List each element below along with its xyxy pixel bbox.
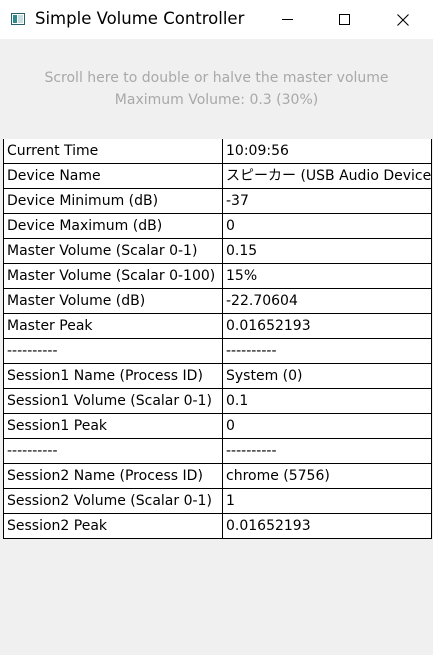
table-row: Master Volume (Scalar 0-1) 0.15 <box>3 238 432 264</box>
close-icon <box>397 14 409 26</box>
row-label: Session1 Name (Process ID) <box>3 363 223 389</box>
row-value: 15% <box>222 263 432 289</box>
maximum-volume-label: Maximum Volume: 0.3 (30%) <box>114 92 319 108</box>
table-row: Master Volume (Scalar 0-100) 15% <box>3 263 432 289</box>
row-label: Device Minimum (dB) <box>3 188 223 214</box>
table-row: ---------- ---------- <box>3 338 432 364</box>
minimize-button[interactable] <box>258 0 316 39</box>
table-row: Session2 Peak 0.01652193 <box>3 513 432 539</box>
row-label: Device Maximum (dB) <box>3 213 223 239</box>
status-table: Current Time 10:09:56 Device Name スピーカー (US… <box>3 139 432 539</box>
row-value: 0.1 <box>222 388 432 414</box>
row-value: 0.01652193 <box>222 313 432 339</box>
app-window-icon <box>11 13 25 25</box>
table-row: Session2 Name (Process ID) chrome (5756) <box>3 463 432 489</box>
row-label: Master Peak <box>3 313 223 339</box>
row-value: 0 <box>222 413 432 439</box>
row-value: chrome (5756) <box>222 463 432 489</box>
table-row: Device Minimum (dB) -37 <box>3 188 432 214</box>
row-value: 1 <box>222 488 432 514</box>
title-bar[interactable]: Simple Volume Controller <box>0 0 433 39</box>
row-label: Current Time <box>3 139 223 164</box>
app-window: Simple Volume Controller Scroll here to … <box>0 0 433 655</box>
table-row: Device Maximum (dB) 0 <box>3 213 432 239</box>
table-row: ---------- ---------- <box>3 438 432 464</box>
row-label: Master Volume (Scalar 0-100) <box>3 263 223 289</box>
row-value: -37 <box>222 188 432 214</box>
row-label: ---------- <box>3 438 223 464</box>
row-label: Session2 Volume (Scalar 0-1) <box>3 488 223 514</box>
row-label: Device Name <box>3 163 223 189</box>
table-row: Session1 Peak 0 <box>3 413 432 439</box>
table-row: Device Name スピーカー (USB Audio Device) <box>3 163 432 189</box>
scroll-hint-label: Scroll here to double or halve the maste… <box>44 70 389 86</box>
row-label: Session1 Peak <box>3 413 223 439</box>
row-label: Master Volume (dB) <box>3 288 223 314</box>
table-row: Session2 Volume (Scalar 0-1) 1 <box>3 488 432 514</box>
row-label: Master Volume (Scalar 0-1) <box>3 238 223 264</box>
table-row: Master Peak 0.01652193 <box>3 313 432 339</box>
maximize-button[interactable] <box>316 0 374 39</box>
window-title: Simple Volume Controller <box>35 9 245 28</box>
minimize-icon <box>282 19 293 20</box>
table-row: Session1 Name (Process ID) System (0) <box>3 363 432 389</box>
table-row: Session1 Volume (Scalar 0-1) 0.1 <box>3 388 432 414</box>
row-value: -22.70604 <box>222 288 432 314</box>
row-value: 0 <box>222 213 432 239</box>
row-value: 10:09:56 <box>222 139 432 164</box>
row-value: スピーカー (USB Audio Device) <box>222 163 432 189</box>
row-value: System (0) <box>222 363 432 389</box>
row-value: ---------- <box>222 438 432 464</box>
row-label: Session2 Name (Process ID) <box>3 463 223 489</box>
row-label: ---------- <box>3 338 223 364</box>
volume-scroll-area[interactable]: Scroll here to double or halve the maste… <box>0 39 433 139</box>
close-button[interactable] <box>374 0 432 39</box>
row-value: 0.15 <box>222 238 432 264</box>
table-row: Current Time 10:09:56 <box>3 139 432 164</box>
row-value: ---------- <box>222 338 432 364</box>
table-row: Master Volume (dB) -22.70604 <box>3 288 432 314</box>
row-value: 0.01652193 <box>222 513 432 539</box>
maximize-icon <box>339 14 350 25</box>
row-label: Session1 Volume (Scalar 0-1) <box>3 388 223 414</box>
row-label: Session2 Peak <box>3 513 223 539</box>
